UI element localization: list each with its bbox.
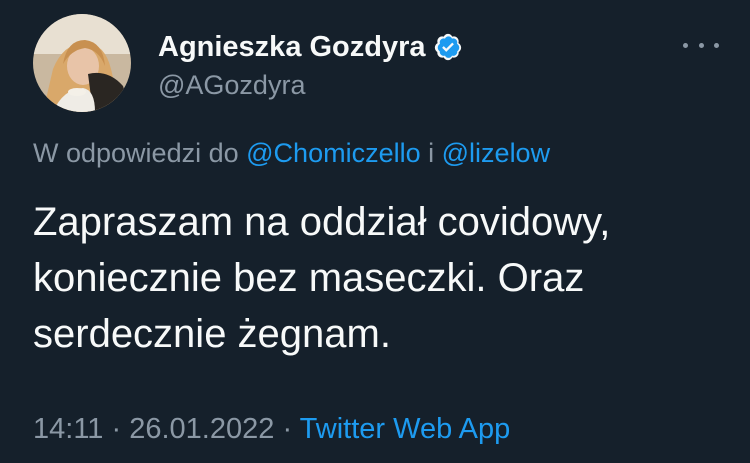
meta-separator: · (111, 413, 122, 445)
mention-link[interactable]: @Chomiczello (246, 138, 420, 168)
tweet-meta: 14:11 · 26.01.2022 · Twitter Web App (33, 413, 510, 446)
source-app-link[interactable]: Twitter Web App (300, 413, 511, 445)
tweet-text: Zapraszam na oddział covidowy, konieczni… (33, 194, 723, 362)
tweet-time[interactable]: 14:11 (33, 413, 103, 445)
reply-conjunction: i (428, 138, 435, 168)
author-name-row: Agnieszka Gozdyra (158, 27, 463, 67)
mention-link[interactable]: @lizelow (442, 138, 550, 168)
reply-context: W odpowiedzi do @Chomiczello i @lizelow (33, 138, 550, 169)
author-display-name[interactable]: Agnieszka Gozdyra (158, 31, 426, 64)
reply-prefix: W odpowiedzi do (33, 138, 239, 168)
avatar-photo (33, 14, 131, 112)
avatar[interactable] (33, 14, 131, 112)
verified-badge-icon (433, 32, 463, 62)
more-dot (714, 42, 719, 48)
more-dot (683, 42, 688, 48)
more-options-icon[interactable] (683, 38, 719, 52)
meta-separator: · (282, 413, 293, 445)
tweet-line: serdecznie żegnam. (33, 312, 391, 356)
more-dot (698, 42, 704, 48)
tweet-line: koniecznie bez maseczki. Oraz (33, 256, 585, 300)
tweet-line: Zapraszam na oddział covidowy, (33, 200, 611, 244)
author-handle[interactable]: @AGozdyra (158, 70, 305, 101)
tweet-date[interactable]: 26.01.2022 (129, 413, 274, 445)
